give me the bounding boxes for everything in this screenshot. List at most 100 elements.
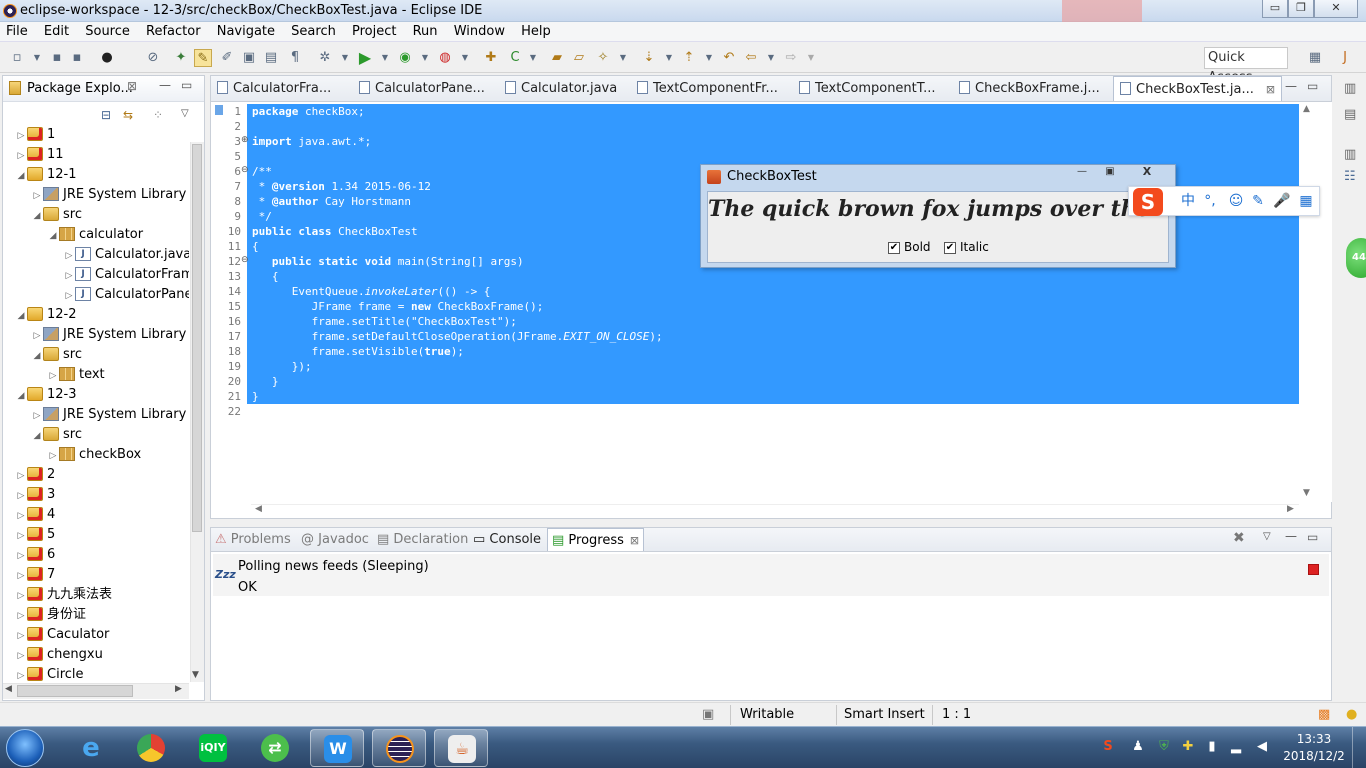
expanded-arrow-icon[interactable]: ◢ [31, 426, 43, 446]
device-tray-icon[interactable]: ▮ [1204, 739, 1220, 755]
collapsed-arrow-icon[interactable]: ▷ [15, 526, 27, 546]
rss-icon[interactable]: ▩ [1318, 706, 1330, 724]
open-task-icon[interactable]: ▱ [570, 49, 588, 67]
tab-calculatorpanel[interactable]: CalculatorPane... [359, 76, 485, 102]
collapsed-arrow-icon[interactable]: ▷ [15, 146, 27, 166]
tree-item[interactable]: ▷ checkBox [47, 445, 141, 465]
menu-file[interactable]: File [0, 22, 34, 41]
tab-javadoc[interactable]: @ Javadoc [301, 528, 369, 552]
prev-annotation-dropdown-icon[interactable]: ▼ [700, 49, 718, 67]
collapsed-arrow-icon[interactable]: ▷ [15, 546, 27, 566]
tree-item[interactable]: ◢ src [31, 425, 82, 445]
back-dropdown-icon[interactable]: ▼ [762, 49, 780, 67]
progress-job[interactable]: Zzz Polling news feeds (Sleeping) OK [213, 554, 1329, 596]
tree-item[interactable]: ▷ Caculator [15, 625, 109, 645]
cb-maximize-icon[interactable]: ▣ [1097, 166, 1123, 182]
taskbar-java[interactable]: ☕ [434, 729, 488, 767]
microphone-icon[interactable]: 🎤 [1273, 192, 1291, 210]
view-menu-icon[interactable]: ▽ [181, 108, 189, 119]
menu-project[interactable]: Project [346, 22, 402, 41]
bold-checkbox[interactable]: ✔ Bold [888, 240, 931, 254]
tree-item[interactable]: ▷ 5 [15, 525, 55, 545]
tree-item[interactable]: ▷ 2 [15, 465, 55, 485]
collapsed-arrow-icon[interactable]: ▷ [47, 366, 59, 386]
menu-edit[interactable]: Edit [38, 22, 75, 41]
tab-console[interactable]: ▭ Console [473, 528, 541, 552]
collapsed-arrow-icon[interactable]: ▷ [47, 446, 59, 466]
tab-checkboxtest[interactable]: CheckBoxTest.ja... ⊠ [1113, 76, 1283, 102]
collapsed-arrow-icon[interactable]: ▷ [15, 626, 27, 646]
tree-item[interactable]: ▷ text [47, 365, 105, 385]
collapsed-arrow-icon[interactable]: ▷ [63, 286, 75, 306]
system-clock[interactable]: 13:33 2018/12/2 [1282, 731, 1346, 765]
bold-check-icon[interactable]: ✔ [888, 241, 900, 254]
tree-item[interactable]: ▷JRE System Library[Ja [31, 185, 189, 205]
tree-item[interactable]: ◢ src [31, 345, 82, 365]
tip-bulb-icon[interactable]: ● [1346, 706, 1357, 724]
taskbar-wps[interactable]: W [310, 729, 364, 767]
package-explorer-title[interactable]: Package Explo... [27, 81, 133, 96]
toolbox-icon[interactable]: ▦ [1297, 192, 1315, 210]
menu-refactor[interactable]: Refactor [140, 22, 207, 41]
run-dropdown-icon[interactable]: ▼ [376, 49, 394, 67]
speed-ball-widget[interactable]: 44 [1346, 238, 1366, 278]
tab-textcomponentframe[interactable]: TextComponentFr... [637, 76, 778, 102]
taskbar-chrome[interactable] [124, 729, 178, 767]
forward-dropdown-icon[interactable]: ▼ [802, 49, 820, 67]
collapsed-arrow-icon[interactable]: ▷ [15, 646, 27, 666]
plus-tray-icon[interactable]: ✚ [1180, 739, 1196, 755]
start-button[interactable] [6, 729, 44, 767]
outline-icon[interactable]: ☷ [1344, 169, 1356, 184]
scroll-up-icon[interactable]: ▲ [1303, 104, 1310, 114]
taskbar-ie[interactable]: e [64, 729, 118, 767]
network-tray-icon[interactable]: ▂ [1228, 739, 1244, 755]
maximize-panel-icon[interactable]: ▭ [1307, 530, 1318, 544]
collapsed-arrow-icon[interactable]: ▷ [15, 466, 27, 486]
collapse-all-icon[interactable]: ⊟ [101, 108, 111, 122]
next-annotation-icon[interactable]: ⇣ [640, 49, 658, 67]
close-button[interactable]: ✕ [1314, 0, 1358, 18]
tab-progress[interactable]: ▤ Progress ⊠ [547, 528, 645, 552]
collapsed-arrow-icon[interactable]: ▷ [31, 186, 43, 206]
scroll-right-icon[interactable]: ▶ [175, 684, 182, 694]
restore-icon[interactable]: ▥ [1344, 81, 1356, 96]
collapsed-arrow-icon[interactable]: ▷ [15, 606, 27, 626]
show-desktop-button[interactable] [1352, 727, 1366, 768]
collapsed-arrow-icon[interactable]: ▷ [31, 326, 43, 346]
tree-item[interactable]: ▷JRE System Library[Ja [31, 325, 189, 345]
minimize-view-icon[interactable]: — [159, 78, 171, 92]
tree-item[interactable]: ▷ 7 [15, 565, 55, 585]
collapsed-arrow-icon[interactable]: ▷ [15, 586, 27, 606]
cb-minimize-icon[interactable]: — [1069, 166, 1095, 182]
menu-run[interactable]: Run [407, 22, 444, 41]
new-class-icon[interactable]: C [506, 49, 524, 67]
tab-calculator[interactable]: Calculator.java [505, 76, 617, 102]
italic-checkbox[interactable]: ✔ Italic [944, 240, 989, 254]
checkboxtest-window[interactable]: CheckBoxTest — ▣ X The quick brown fox j… [700, 164, 1176, 268]
task-list-icon[interactable]: ▤ [1344, 107, 1356, 122]
collapsed-arrow-icon[interactable]: ▷ [15, 486, 27, 506]
pilcrow-icon[interactable]: ¶ [286, 49, 304, 67]
next-annotation-dropdown-icon[interactable]: ▼ [660, 49, 678, 67]
external-tools-dropdown-icon[interactable]: ▼ [456, 49, 474, 67]
handwriting-icon[interactable]: ✎ [1249, 192, 1267, 210]
coverage-dropdown-icon[interactable]: ▼ [416, 49, 434, 67]
collapsed-arrow-icon[interactable]: ▷ [63, 246, 75, 266]
open-perspective-icon[interactable]: ▦ [1306, 49, 1324, 67]
focus-icon[interactable]: ⁘ [153, 108, 163, 122]
tree-item[interactable]: ▷ 3 [15, 485, 55, 505]
new-class-dropdown-icon[interactable]: ▼ [524, 49, 542, 67]
block-select-icon[interactable]: ▣ [240, 49, 258, 67]
new-dropdown-icon[interactable]: ▼ [28, 49, 46, 67]
scroll-down-icon[interactable]: ▼ [192, 670, 199, 680]
restore-button[interactable]: ❐ [1288, 0, 1314, 18]
tree-item[interactable]: ▷ 身份证 [15, 605, 86, 625]
tree-item[interactable]: ◢ src [31, 205, 82, 225]
menu-navigate[interactable]: Navigate [211, 22, 281, 41]
maximize-editor-icon[interactable]: ▭ [1307, 79, 1318, 93]
tree-item[interactable]: ▷ J Calculator.java [63, 245, 189, 265]
tree-item[interactable]: ▷ 6 [15, 545, 55, 565]
search-icon[interactable]: ✧ [594, 49, 612, 67]
show-whitespace-icon[interactable]: ▤ [262, 49, 280, 67]
collapsed-arrow-icon[interactable]: ▷ [15, 506, 27, 526]
